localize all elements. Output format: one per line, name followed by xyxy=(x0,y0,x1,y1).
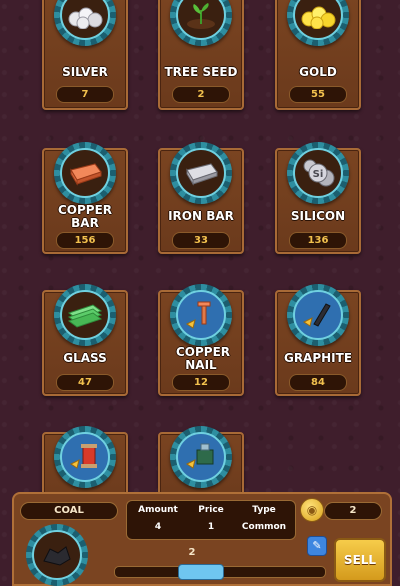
graphite-gear-frame xyxy=(287,284,349,346)
spool-blueprint-icon xyxy=(70,444,97,469)
circuit-gear-frame xyxy=(170,426,232,488)
copper-nail-blueprint-icon xyxy=(186,301,211,329)
selected-item-name: COAL xyxy=(20,502,118,520)
amount-label: Amount xyxy=(138,505,178,515)
sell-button[interactable]: SELL xyxy=(334,538,386,582)
item-card-iron-bar[interactable]: IRON BAR 33 xyxy=(158,142,244,254)
item-detail-panel: COAL Amount 4 Price 1 Type Common ◉ 2 ✎ … xyxy=(12,492,392,586)
item-card-copper-bar[interactable]: COPPER BAR 156 xyxy=(42,142,128,254)
item-quantity: 156 xyxy=(56,232,114,249)
item-card-glass[interactable]: GLASS 47 xyxy=(42,284,128,396)
item-quantity: 33 xyxy=(172,232,230,249)
item-name: IRON BAR xyxy=(168,209,234,223)
item-card-graphite[interactable]: GRAPHITE 84 xyxy=(275,284,361,396)
quantity-slider[interactable]: 2 xyxy=(114,547,326,580)
item-quantity: 136 xyxy=(289,232,347,249)
graphite-blueprint-icon xyxy=(303,303,331,327)
item-name: TREE SEED xyxy=(164,65,238,79)
silver-gear-frame xyxy=(54,0,116,46)
circuit-blueprint-icon xyxy=(186,443,214,469)
glass-sheet-icon xyxy=(67,304,103,328)
item-name: GRAPHITE xyxy=(283,351,353,365)
copper-bar-gear-frame xyxy=(54,142,116,204)
item-name: GLASS xyxy=(63,351,107,365)
spool-gear-frame xyxy=(54,426,116,488)
sell-quantity: 2 xyxy=(188,547,196,558)
item-quantity: 2 xyxy=(172,86,230,103)
quantity-slider-handle[interactable] xyxy=(178,564,224,580)
item-card-copper-nail[interactable]: COPPER NAIL 12 xyxy=(158,284,244,396)
inventory-grid: SILVER 7 TREE SEED 2 GOLD 55 COPPER BAR … xyxy=(0,0,400,570)
item-name: GOLD xyxy=(299,65,337,79)
item-name: COPPER NAIL xyxy=(176,345,231,372)
iron-bar-gear-frame xyxy=(170,142,232,204)
type-value: Common xyxy=(241,522,287,532)
silicon-icon: Si xyxy=(303,159,335,187)
type-label: Type xyxy=(252,505,276,515)
tree-seed-gear-frame xyxy=(170,0,232,46)
price-label: Price xyxy=(198,505,224,515)
gold-nuggets-icon xyxy=(301,6,336,29)
coin-icon: ◉ xyxy=(300,498,324,522)
item-card-tree-seed[interactable]: TREE SEED 2 xyxy=(158,0,244,110)
gold-gear-frame xyxy=(287,0,349,46)
copper-nail-gear-frame xyxy=(170,284,232,346)
copper-bar-icon xyxy=(70,163,102,186)
item-name: COPPER BAR xyxy=(58,203,113,230)
silver-nuggets-icon xyxy=(68,7,103,29)
item-quantity: 55 xyxy=(289,86,347,103)
selected-item-gear xyxy=(26,524,88,586)
item-quantity: 7 xyxy=(56,86,114,103)
silicon-gear-frame: Si xyxy=(287,142,349,204)
item-card-gold[interactable]: GOLD 55 xyxy=(275,0,361,110)
item-quantity: 12 xyxy=(172,374,230,391)
item-card-silver[interactable]: SILVER 7 xyxy=(42,0,128,110)
item-card-silicon[interactable]: Si SILICON 136 xyxy=(275,142,361,254)
glass-gear-frame xyxy=(54,284,116,346)
svg-text:Si: Si xyxy=(313,169,324,180)
amount-value: 4 xyxy=(154,522,162,532)
coal-icon xyxy=(43,546,71,566)
iron-bar-icon xyxy=(186,163,218,186)
item-name: SILICON xyxy=(290,209,346,223)
price-value: 1 xyxy=(207,522,215,532)
item-quantity: 47 xyxy=(56,374,114,391)
item-name: SILVER xyxy=(62,65,108,79)
tree-seed-sprout-icon xyxy=(187,3,215,29)
item-quantity: 84 xyxy=(289,374,347,391)
item-info-box: Amount 4 Price 1 Type Common xyxy=(126,500,296,540)
coin-count: 2 xyxy=(324,502,382,520)
